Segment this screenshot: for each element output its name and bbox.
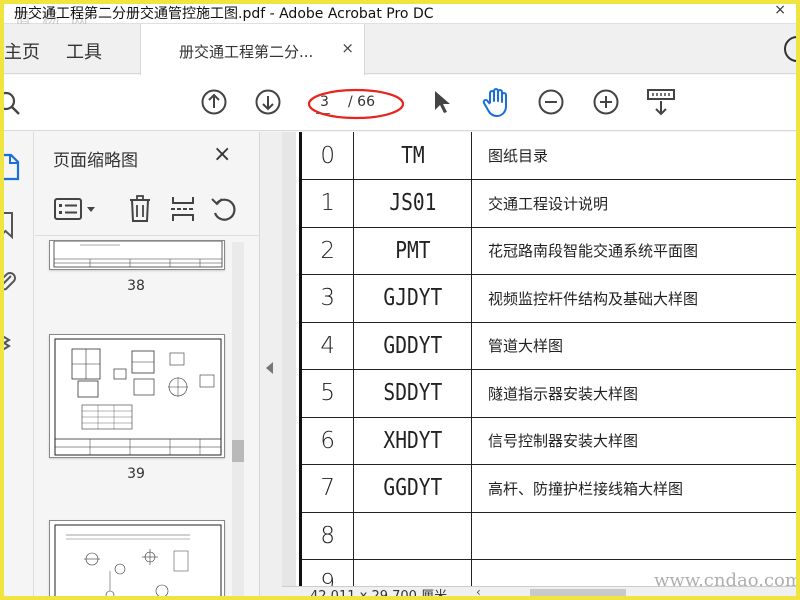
drawing-code: SDDYT [362,369,464,418]
rotate-pages-icon[interactable] [209,194,239,224]
row-number: 7 [302,464,355,513]
table-row: 8 [302,512,800,560]
row-number: 3 [302,274,355,323]
thumbnail-options-icon[interactable] [53,196,99,222]
thumbnail-scrollbar[interactable] [232,242,244,600]
thumbnail-page-38[interactable] [49,240,225,270]
zoom-out-icon[interactable] [537,88,565,116]
scrollbar-handle[interactable] [232,440,244,462]
search-icon[interactable] [0,89,22,117]
delete-pages-icon[interactable] [127,194,153,224]
drawing-code: XHDYT [362,417,464,465]
drawing-code: JS01 [362,179,464,228]
window-title: 册交通工程第二分册交通管控施工图.pdf - Adobe Acrobat Pro… [14,6,434,22]
tab-document[interactable]: 册交通工程第二分... × [140,24,365,75]
table-row: 2 PMT 花冠路南段智能交通系统平面图 [302,227,800,275]
document-view[interactable]: 0 TM 图纸目录 1 JS01 交通工程设计说明 2 PMT 花冠路南段智能交通系统平面图 3 G… [282,132,800,600]
drawing-code: PMT [362,227,464,275]
drawing-code [362,512,464,560]
row-number: 2 [302,227,355,275]
window-close-button[interactable]: × [774,2,786,18]
page-dimensions: 42.011 x 29.700 厘米 [310,589,448,600]
row-number: 6 [302,417,355,465]
row-number: 1 [302,179,355,228]
drawing-code: GGDYT [362,464,464,513]
previous-page-icon[interactable] [200,88,228,116]
site-watermark: www.cndao.com [654,570,800,591]
fit-page-icon[interactable] [645,87,677,117]
drawing-name: 视频监控杆件结构及基础大样图 [471,274,800,323]
red-annotation-ellipse [307,88,405,120]
thumbnail-label-38: 38 [127,278,145,294]
row-number: 4 [302,322,355,370]
select-cursor-icon[interactable] [430,88,454,116]
thumbnail-drawing [53,241,223,268]
drawing-name: 信号控制器安装大样图 [471,417,800,465]
drawing-name: 交通工程设计说明 [471,179,800,228]
drawing-code: GJDYT [362,274,464,323]
zoom-in-icon[interactable] [592,88,620,116]
drawing-name: 管道大样图 [471,322,800,370]
drawing-name: 花冠路南段智能交通系统平面图 [471,227,800,275]
thumbnail-label-39: 39 [127,466,145,482]
thumbnail-drawing [54,338,222,456]
title-bar: 道 杨 网 册交通工程第二分册交通管控施工图.pdf - Adobe Acrob… [0,0,800,31]
panel-title: 页面缩略图 [53,151,138,171]
bookmark-icon[interactable] [0,210,18,240]
thumbnail-page-40[interactable] [49,520,225,600]
horizontal-scrollbar[interactable] [530,589,626,599]
next-page-icon[interactable] [254,88,282,116]
page-thumbnails-panel: 页面缩略图 × 38 39 [35,132,260,600]
thumbnail-page-39[interactable] [49,334,225,458]
page-thumbnails-icon[interactable] [0,152,22,182]
table-row: 0 TM 图纸目录 [302,132,800,180]
tab-close-button[interactable]: × [341,39,354,57]
panel-close-button[interactable]: × [213,142,231,167]
collapse-panel-arrow-icon[interactable] [266,362,273,374]
thumbnail-drawing [54,524,222,600]
attachment-icon[interactable] [0,268,18,298]
tab-bar: 主页 工具 册交通工程第二分... × [0,24,800,75]
hand-tool-icon[interactable] [481,86,511,118]
table-row: 1 JS01 交通工程设计说明 [302,179,800,228]
tab-home[interactable]: 主页 [4,38,40,64]
panel-collapse-strip[interactable] [260,132,282,600]
navigation-rail [0,132,34,600]
table-row: 7 GGDYT 高杆、防撞护栏接线箱大样图 [302,464,800,513]
drawing-code: TM [362,132,464,180]
drawing-code: GDDYT [362,322,464,370]
table-row: 5 SDDYT 隧道指示器安装大样图 [302,369,800,418]
drawing-name: 隧道指示器安装大样图 [471,369,800,418]
row-number: 5 [302,369,355,418]
layers-icon[interactable] [0,326,18,356]
drawing-name: 图纸目录 [471,132,800,180]
scroll-left-arrow-icon[interactable]: ‹ [476,585,481,599]
extract-pages-icon[interactable] [169,194,197,224]
table-row: 6 XHDYT 信号控制器安装大样图 [302,417,800,465]
table-row: 4 GDDYT 管道大样图 [302,322,800,370]
tab-document-label: 册交通工程第二分... [179,43,314,61]
row-number: 8 [302,512,355,560]
drawing-name [471,512,800,560]
tab-tools[interactable]: 工具 [66,38,102,64]
row-number: 0 [302,132,355,180]
table-row: 3 GJDYT 视频监控杆件结构及基础大样图 [302,274,800,323]
panel-toolbar [35,182,260,236]
main-toolbar: 3 / 66 [0,75,800,131]
drawing-name: 高杆、防撞护栏接线箱大样图 [471,464,800,513]
document-page: 0 TM 图纸目录 1 JS01 交通工程设计说明 2 PMT 花冠路南段智能交通系统平面图 3 G… [296,132,800,600]
help-icon[interactable] [784,36,800,62]
drawing-index-table: 0 TM 图纸目录 1 JS01 交通工程设计说明 2 PMT 花冠路南段智能交通系统平面图 3 G… [302,132,800,600]
